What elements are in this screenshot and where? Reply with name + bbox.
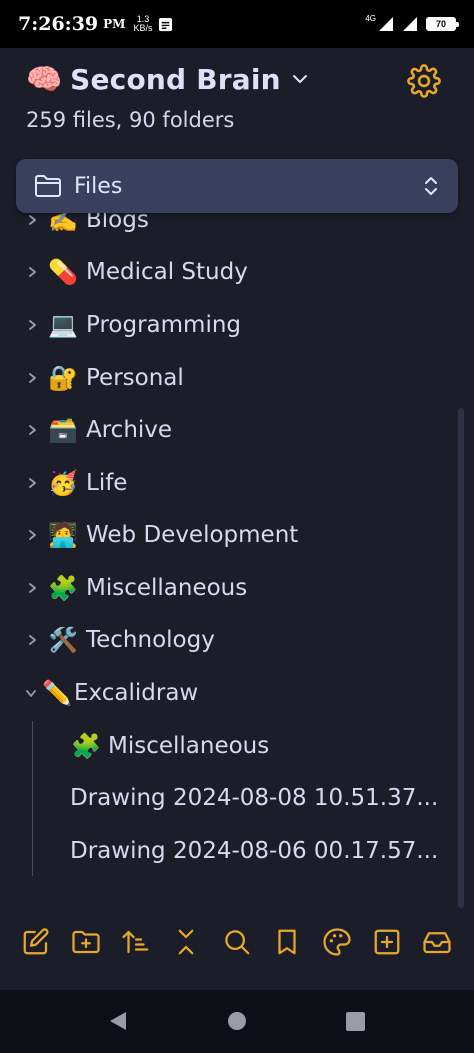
tree-file-label: Drawing 2024-08-06 00.17.57... bbox=[70, 838, 439, 864]
tree-folder[interactable]: 🛠️ Technology bbox=[0, 615, 440, 665]
inbox-button[interactable] bbox=[421, 926, 453, 958]
tree-folder[interactable]: 🔐 Personal bbox=[0, 353, 440, 403]
sort-button[interactable] bbox=[120, 926, 152, 958]
folder-emoji-icon: 🧑‍💻 bbox=[48, 521, 78, 549]
tree-folder[interactable]: 💊 Medical Study bbox=[0, 247, 440, 297]
folder-emoji-icon: ✏️ bbox=[42, 679, 72, 707]
scrollbar[interactable] bbox=[458, 408, 464, 908]
search-icon bbox=[225, 930, 250, 955]
battery-icon: 70 bbox=[426, 17, 459, 31]
inbox-icon bbox=[423, 932, 451, 954]
view-selector-label: Files bbox=[74, 173, 123, 199]
chevron-right-icon bbox=[29, 635, 36, 645]
chevron-right-icon bbox=[29, 583, 36, 593]
folder-icon bbox=[35, 175, 61, 197]
chevron-right-icon bbox=[29, 478, 36, 488]
tree-folder-label: Programming bbox=[86, 312, 242, 338]
tree-indent-guide bbox=[32, 721, 33, 876]
vault-header: 🧠 Second Brain 259 files, 90 folders bbox=[0, 48, 474, 158]
tree-folder-label: Excalidraw bbox=[74, 680, 199, 706]
collapse-all-button[interactable] bbox=[170, 926, 202, 958]
chevron-down-icon bbox=[292, 75, 307, 83]
tree-folder[interactable]: 💻 Programming bbox=[0, 300, 440, 350]
tree-folder[interactable]: 🗃️ Archive bbox=[0, 405, 440, 455]
tree-folder-label: Life bbox=[86, 470, 128, 496]
new-folder-icon bbox=[72, 930, 100, 954]
add-box-icon bbox=[374, 929, 400, 955]
tree-folder-label: Blogs bbox=[86, 213, 149, 233]
tree-folder-label: Personal bbox=[86, 365, 184, 391]
add-button[interactable] bbox=[371, 926, 403, 958]
chevron-updown-icon bbox=[425, 177, 437, 195]
system-nav-bar bbox=[0, 990, 474, 1053]
gear-icon[interactable] bbox=[407, 64, 441, 98]
folder-emoji-icon: 🧩 bbox=[71, 732, 101, 760]
tree-folder[interactable]: 🧩 Miscellaneous bbox=[0, 563, 440, 613]
tree-folder-label: Medical Study bbox=[86, 259, 248, 285]
home-icon[interactable] bbox=[228, 1012, 246, 1030]
status-ampm: PM bbox=[103, 17, 126, 31]
vault-switcher[interactable]: 🧠 Second Brain bbox=[26, 60, 309, 98]
theme-button[interactable] bbox=[321, 926, 353, 958]
network-speed: 1.3 KB/s bbox=[133, 15, 152, 33]
chevron-right-icon bbox=[29, 267, 36, 277]
tree-folder-expanded[interactable]: ✏️ Excalidraw bbox=[0, 668, 440, 718]
file-tree: ✍️ Blogs 💊 Medical Study 💻 Programming 🔐… bbox=[0, 213, 474, 903]
tree-folder-label: Technology bbox=[86, 627, 215, 653]
folder-emoji-icon: 🥳 bbox=[48, 469, 78, 497]
tree-folder[interactable]: 🧑‍💻 Web Development bbox=[0, 510, 440, 560]
signal-icon-2 bbox=[403, 17, 417, 31]
collapse-all-icon bbox=[178, 929, 194, 955]
chevron-down-icon bbox=[26, 690, 36, 697]
battery-level: 70 bbox=[435, 19, 446, 29]
chevron-right-icon bbox=[29, 373, 36, 383]
search-button[interactable] bbox=[221, 926, 253, 958]
tree-folder[interactable]: 🧩 Miscellaneous bbox=[68, 721, 474, 771]
signal-icon bbox=[379, 17, 393, 31]
chevron-right-icon bbox=[29, 320, 36, 330]
vault-stats: 259 files, 90 folders bbox=[26, 108, 235, 132]
tree-folder-label: Miscellaneous bbox=[86, 575, 248, 601]
brain-icon: 🧠 bbox=[26, 62, 63, 96]
tree-folder[interactable]: 🥳 Life bbox=[0, 458, 440, 508]
tree-folder-label: Miscellaneous bbox=[108, 733, 270, 759]
status-time: 7:26:39 bbox=[18, 13, 99, 35]
chevron-right-icon bbox=[29, 215, 36, 225]
bookmarks-button[interactable] bbox=[271, 926, 303, 958]
folder-emoji-icon: 💊 bbox=[48, 258, 78, 286]
recents-icon[interactable] bbox=[346, 1012, 365, 1031]
tree-file[interactable]: Drawing 2024-08-06 00.17.57... bbox=[70, 826, 474, 876]
new-note-button[interactable] bbox=[20, 926, 52, 958]
palette-icon bbox=[323, 928, 351, 956]
folder-emoji-icon: 🔐 bbox=[48, 364, 78, 392]
chevron-right-icon bbox=[29, 530, 36, 540]
chevron-right-icon bbox=[29, 425, 36, 435]
network-speed-unit: KB/s bbox=[133, 23, 153, 33]
folder-emoji-icon: 🧩 bbox=[48, 574, 78, 602]
bookmark-icon bbox=[278, 929, 296, 955]
new-note-icon bbox=[23, 928, 49, 955]
folder-emoji-icon: 💻 bbox=[48, 311, 78, 339]
back-icon[interactable] bbox=[108, 1010, 128, 1032]
vault-name: Second Brain bbox=[70, 62, 281, 96]
tree-folder[interactable]: ✍️ Blogs bbox=[0, 213, 440, 245]
new-folder-button[interactable] bbox=[70, 926, 102, 958]
folder-emoji-icon: 🗃️ bbox=[48, 416, 78, 444]
bottom-toolbar bbox=[0, 916, 474, 970]
tree-folder-label: Archive bbox=[86, 417, 173, 443]
network-type: 4G bbox=[365, 13, 376, 23]
status-bar: 7:26:39 PM 1.3 KB/s 4G 70 bbox=[0, 0, 474, 48]
view-selector[interactable]: Files bbox=[16, 159, 458, 213]
tree-file[interactable]: Drawing 2024-08-08 10.51.37... bbox=[70, 773, 474, 823]
folder-emoji-icon: 🛠️ bbox=[48, 626, 78, 654]
tree-file-label: Drawing 2024-08-08 10.51.37... bbox=[70, 785, 439, 811]
notification-icon bbox=[159, 17, 173, 31]
tree-folder-label: Web Development bbox=[86, 522, 299, 548]
sort-icon bbox=[122, 930, 149, 954]
folder-emoji-icon: ✍️ bbox=[48, 213, 78, 234]
